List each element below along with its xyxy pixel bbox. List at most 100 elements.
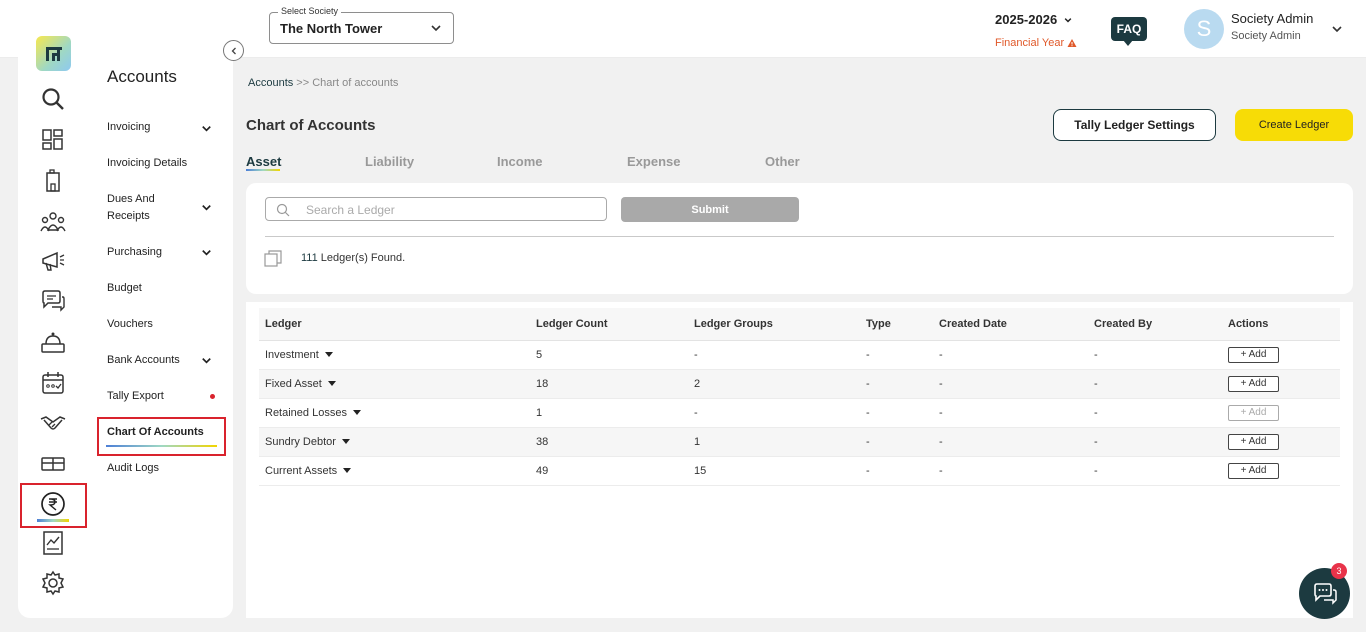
user-name: Society Admin bbox=[1231, 11, 1314, 26]
chevron-down-icon[interactable] bbox=[200, 201, 213, 214]
tab-asset[interactable]: Asset bbox=[246, 154, 281, 169]
caret-down-icon[interactable] bbox=[327, 381, 336, 387]
search-icon[interactable] bbox=[38, 84, 68, 114]
sidebar-item-audit-logs[interactable]: Audit Logs bbox=[107, 460, 217, 477]
column-header: Type bbox=[860, 308, 933, 341]
table-row: Fixed Asset 18 2 - - - + Add bbox=[259, 369, 1340, 399]
society-select-label: Select Society bbox=[278, 6, 342, 16]
sidebar-item-label: Purchasing bbox=[107, 246, 163, 258]
ledger-cell[interactable]: Fixed Asset bbox=[259, 369, 530, 399]
tab-income[interactable]: Income bbox=[497, 154, 543, 169]
ledger-count-cell: 1 bbox=[530, 398, 688, 428]
ledger-cell[interactable]: Sundry Debtor bbox=[259, 427, 530, 457]
financial-year-value: 2025-2026 bbox=[995, 12, 1058, 27]
amenities-icon[interactable] bbox=[38, 448, 68, 478]
type-cell: - bbox=[860, 456, 933, 486]
active-underline bbox=[106, 445, 217, 447]
ledger-groups-cell: 1 bbox=[688, 427, 860, 457]
created-by-cell: - bbox=[1088, 369, 1222, 399]
active-underline bbox=[37, 519, 69, 522]
society-select[interactable]: Select Society The North Tower bbox=[269, 6, 454, 44]
column-header: Created By bbox=[1088, 308, 1222, 341]
chat-icon[interactable] bbox=[38, 286, 68, 316]
ledger-table: Ledger Ledger Count Ledger Groups Type C… bbox=[259, 308, 1340, 486]
search-input[interactable] bbox=[306, 201, 596, 218]
dashboard-icon[interactable] bbox=[38, 125, 68, 155]
breadcrumb: Accounts >> Chart of accounts bbox=[248, 77, 398, 89]
created-by-cell: - bbox=[1088, 456, 1222, 486]
search-ledger-field[interactable] bbox=[265, 197, 607, 221]
actions-cell: + Add bbox=[1222, 340, 1340, 370]
avatar[interactable]: S bbox=[1184, 9, 1224, 49]
sidebar-item-label: Vouchers bbox=[107, 318, 153, 330]
table-header-row: Ledger Ledger Count Ledger Groups Type C… bbox=[259, 308, 1340, 341]
caret-down-icon[interactable] bbox=[352, 410, 361, 416]
ledger-cell[interactable]: Retained Losses bbox=[259, 398, 530, 428]
type-cell: - bbox=[860, 340, 933, 370]
add-button[interactable]: + Add bbox=[1228, 375, 1279, 392]
create-ledger-button[interactable]: Create Ledger bbox=[1235, 109, 1353, 141]
ledger-cell[interactable]: Current Assets bbox=[259, 456, 530, 486]
copy-icon bbox=[264, 250, 282, 267]
sidebar-item-label: Chart Of Accounts bbox=[107, 426, 204, 438]
chat-icon bbox=[1313, 582, 1337, 605]
breadcrumb-separator: >> bbox=[293, 77, 313, 89]
caret-down-icon[interactable] bbox=[324, 352, 333, 358]
sidebar-item-invoicing[interactable]: Invoicing bbox=[107, 119, 217, 136]
calendar-icon[interactable] bbox=[38, 368, 68, 398]
ledger-count-text: 111 Ledger(s) Found. bbox=[301, 252, 405, 264]
faq-button[interactable]: FAQ bbox=[1111, 17, 1147, 46]
user-info[interactable]: Society Admin Society Admin bbox=[1231, 11, 1313, 42]
ledger-name: Sundry Debtor bbox=[265, 435, 336, 448]
page-title: Chart of Accounts bbox=[246, 117, 376, 134]
collapse-sidebar-button[interactable] bbox=[223, 40, 244, 61]
ledger-name: Current Assets bbox=[265, 464, 338, 477]
type-cell: - bbox=[860, 427, 933, 457]
sidebar-item-label: Bank Accounts bbox=[107, 354, 180, 366]
notification-dot bbox=[210, 394, 215, 399]
sidebar-item-purchasing[interactable]: Purchasing bbox=[107, 244, 217, 261]
ledger-cell[interactable]: Investment bbox=[259, 340, 530, 370]
financial-year-selector[interactable]: 2025-2026 Financial Year bbox=[995, 12, 1085, 49]
sidebar-item-tally-export[interactable]: Tally Export bbox=[107, 388, 217, 405]
tab-other[interactable]: Other bbox=[765, 154, 800, 169]
ledger-found-suffix: Ledger(s) Found. bbox=[317, 252, 406, 264]
tally-ledger-settings-button[interactable]: Tally Ledger Settings bbox=[1053, 109, 1216, 141]
helpdesk-icon[interactable] bbox=[38, 328, 68, 358]
column-header: Created Date bbox=[933, 308, 1088, 341]
column-header: Actions bbox=[1222, 308, 1340, 341]
add-button[interactable]: + Add bbox=[1228, 346, 1279, 363]
sidebar-item-invoicing-details[interactable]: Invoicing Details bbox=[107, 155, 217, 172]
financial-year-label: Financial Year bbox=[995, 37, 1065, 49]
sidebar-item-label: Invoicing Details bbox=[107, 157, 188, 169]
handshake-icon[interactable] bbox=[38, 408, 68, 438]
sidebar-item-dues-and-receipts[interactable]: Dues And Receipts bbox=[107, 191, 182, 225]
settings-icon[interactable] bbox=[38, 568, 68, 598]
submit-button[interactable]: Submit bbox=[621, 197, 799, 222]
caret-down-icon[interactable] bbox=[343, 468, 352, 474]
sidebar-item-vouchers[interactable]: Vouchers bbox=[107, 316, 217, 333]
building-icon[interactable] bbox=[38, 166, 68, 196]
tab-expense[interactable]: Expense bbox=[627, 154, 680, 169]
active-tab-underline bbox=[246, 169, 280, 171]
add-button[interactable]: + Add bbox=[1228, 462, 1279, 479]
column-header: Ledger Groups bbox=[688, 308, 860, 341]
logo-icon[interactable] bbox=[36, 36, 71, 71]
breadcrumb-current: Chart of accounts bbox=[312, 77, 399, 89]
members-icon[interactable] bbox=[38, 206, 68, 236]
breadcrumb-root[interactable]: Accounts bbox=[248, 77, 293, 89]
ledger-name: Fixed Asset bbox=[265, 377, 322, 390]
caret-down-icon[interactable] bbox=[341, 439, 350, 445]
chevron-down-icon[interactable] bbox=[1330, 22, 1344, 36]
sidebar-item-chart-of-accounts[interactable]: Chart Of Accounts bbox=[107, 424, 217, 441]
sidebar-item-label: Budget bbox=[107, 282, 142, 294]
chevron-down-icon bbox=[202, 358, 211, 364]
reports-icon[interactable] bbox=[38, 528, 68, 558]
tab-liability[interactable]: Liability bbox=[365, 154, 414, 169]
announcement-icon[interactable] bbox=[38, 246, 68, 276]
ledger-name: Retained Losses bbox=[265, 406, 347, 419]
add-button[interactable]: + Add bbox=[1228, 433, 1279, 450]
sidebar-item-bank-accounts[interactable]: Bank Accounts bbox=[107, 352, 217, 369]
sidebar-item-budget[interactable]: Budget bbox=[107, 280, 217, 297]
rupee-icon[interactable] bbox=[38, 489, 68, 519]
